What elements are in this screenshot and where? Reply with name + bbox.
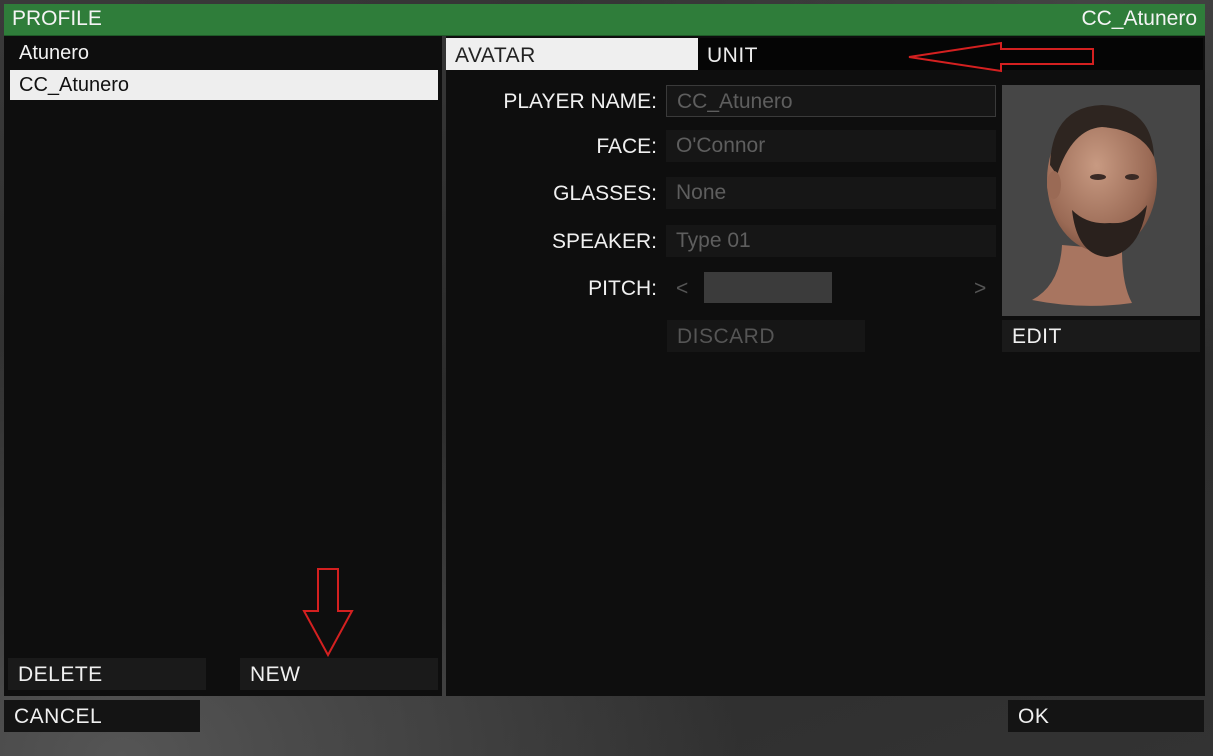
pitch-label: PITCH: [588,277,657,300]
speaker-select[interactable]: Type 01 [666,225,996,257]
avatar-preview [1002,85,1200,316]
new-button[interactable]: NEW [240,658,438,690]
player-name-field[interactable]: CC_Atunero [666,85,996,117]
face-label: FACE: [596,135,657,158]
profile-list-panel: Atunero CC_Atunero DELETE NEW [4,36,442,696]
player-name-label: PLAYER NAME: [503,90,657,113]
cancel-button[interactable]: CANCEL [4,700,200,732]
discard-button[interactable]: DISCARD [667,320,865,352]
glasses-label: GLASSES: [553,182,657,205]
tab-avatar[interactable]: AVATAR [446,38,698,70]
pitch-slider[interactable] [704,272,832,303]
title-bar: PROFILE CC_Atunero [4,4,1205,36]
profile-list-item[interactable]: Atunero [10,38,438,68]
head-portrait-icon [1032,105,1157,306]
annotation-arrow-down-icon [302,568,354,658]
face-select[interactable]: O'Connor [666,130,996,162]
edit-button[interactable]: EDIT [1002,320,1200,352]
pitch-next-button[interactable]: > [974,277,986,301]
ok-button[interactable]: OK [1008,700,1204,732]
glasses-select[interactable]: None [666,177,996,209]
window-title: PROFILE [12,7,102,30]
annotation-arrow-left-icon [908,41,1094,73]
delete-button[interactable]: DELETE [8,658,206,690]
pitch-prev-button[interactable]: < [676,277,688,301]
speaker-label: SPEAKER: [551,230,657,253]
profile-list-item-selected[interactable]: CC_Atunero [10,70,438,100]
avatar-editor-panel: AVATAR UNIT PLAYER NAME: CC_Atunero FACE… [446,36,1205,696]
current-profile-name: CC_Atunero [1081,7,1197,30]
